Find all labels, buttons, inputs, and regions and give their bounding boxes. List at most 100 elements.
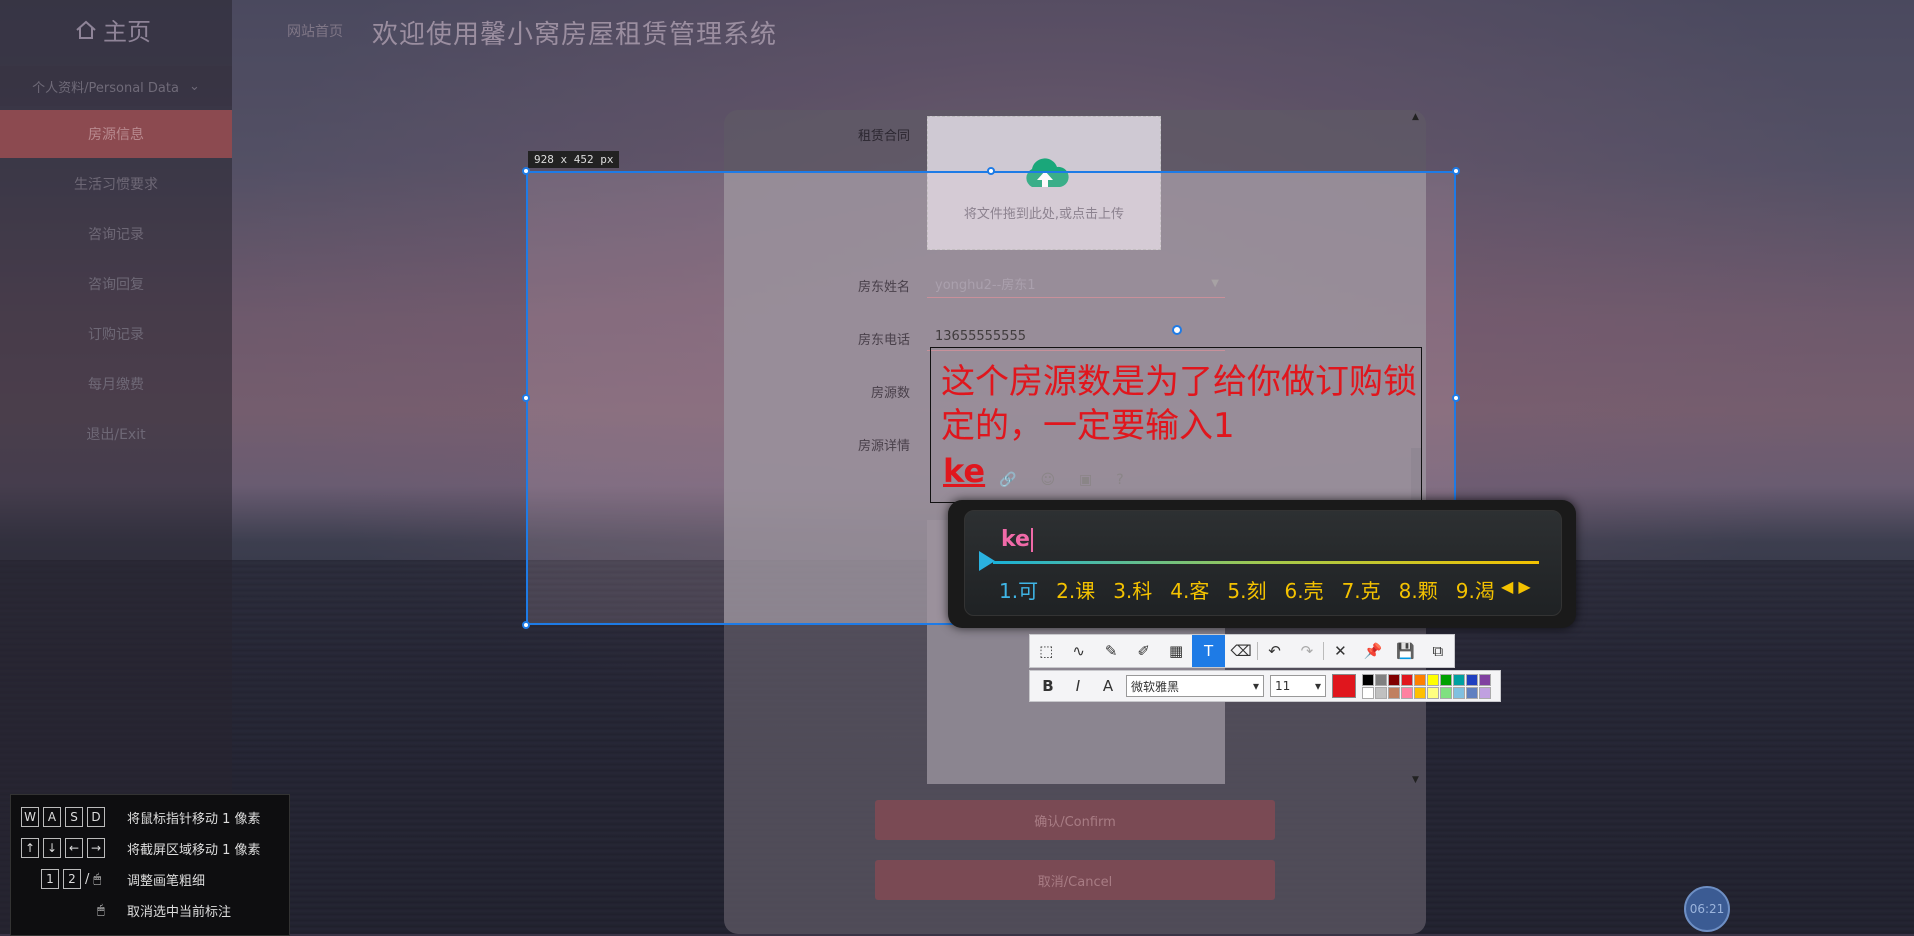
resize-handle-w[interactable] — [522, 394, 530, 402]
mouse-wheel-icon: 🖱 — [93, 871, 102, 887]
color-swatch[interactable] — [1440, 686, 1452, 699]
color-swatch[interactable] — [1453, 686, 1465, 699]
confirm-button[interactable]: 确认/Confirm — [875, 800, 1275, 840]
color-swatch[interactable] — [1362, 673, 1374, 686]
sidebar-item-exit[interactable]: 退出/Exit — [0, 410, 232, 458]
key-separator: / — [85, 871, 90, 887]
sidebar-item-house-info[interactable]: 房源信息 — [0, 110, 232, 158]
redo-icon[interactable]: ↷ — [1291, 635, 1323, 667]
resize-handle-n[interactable] — [987, 167, 995, 175]
ime-candidate[interactable]: 4.客 — [1170, 575, 1209, 604]
site-home-link[interactable]: 网站首页 — [287, 21, 343, 41]
color-swatch[interactable] — [1375, 673, 1387, 686]
save-icon[interactable]: 💾 — [1389, 635, 1421, 667]
sidebar-item-label: 房源信息 — [88, 127, 144, 143]
color-palette — [1362, 673, 1491, 699]
pen-icon[interactable]: ✎ — [1095, 635, 1127, 667]
font-family-select[interactable]: 微软雅黑 ▾ — [1126, 675, 1264, 697]
close-icon[interactable]: ✕ — [1324, 635, 1356, 667]
annotation-rotate-handle[interactable] — [1172, 325, 1182, 335]
color-swatch[interactable] — [1440, 673, 1452, 686]
hint-desc: 将鼠标指针移动 1 像素 — [127, 811, 261, 827]
resize-handle-sw[interactable] — [522, 621, 530, 629]
ime-page-arrows[interactable]: ◀ ▶ — [1501, 577, 1531, 596]
color-swatch[interactable] — [1479, 673, 1491, 686]
copy-icon[interactable]: ⧉ — [1422, 635, 1454, 667]
color-swatch[interactable] — [1414, 686, 1426, 699]
color-swatch[interactable] — [1414, 673, 1426, 686]
ime-candidate[interactable]: 8.颗 — [1399, 575, 1438, 604]
sidebar-item-order-records[interactable]: 订购记录 — [0, 310, 232, 358]
sidebar-item-label: 退出/Exit — [86, 427, 146, 443]
color-swatch[interactable] — [1362, 686, 1374, 699]
ime-candidate[interactable]: 3.科 — [1113, 575, 1152, 604]
cancel-button[interactable]: 取消/Cancel — [875, 860, 1275, 900]
sidebar-item-consult-replies[interactable]: 咨询回复 — [0, 260, 232, 308]
sidebar-item-living-habits[interactable]: 生活习惯要求 — [0, 160, 232, 208]
outline-text-icon[interactable]: A — [1096, 677, 1120, 695]
ime-candidate[interactable]: 5.刻 — [1227, 575, 1266, 604]
ime-candidate[interactable]: 1.可 — [999, 575, 1038, 604]
color-swatch[interactable] — [1427, 673, 1439, 686]
color-swatch[interactable] — [1401, 686, 1413, 699]
text-annotation-box[interactable]: 这个房源数是为了给你做订购锁定的，一定要输入1 ke — [930, 347, 1422, 503]
mosaic-icon[interactable]: ▦ — [1160, 635, 1192, 667]
eraser-icon[interactable]: ⌫ — [1225, 635, 1257, 667]
sidebar-item-label: 咨询记录 — [88, 227, 144, 243]
sidebar-item-monthly-payment[interactable]: 每月缴费 — [0, 360, 232, 408]
sidebar-item-label: 订购记录 — [88, 327, 144, 343]
shape-icon[interactable]: ⬚ — [1030, 635, 1062, 667]
annotation-text: 这个房源数是为了给你做订购锁定的，一定要输入1 — [941, 362, 1417, 446]
color-swatch[interactable] — [1453, 673, 1465, 686]
color-swatch[interactable] — [1388, 673, 1400, 686]
floating-clock[interactable]: 06:21 — [1684, 886, 1730, 932]
hint-row: 🖱 — [97, 898, 105, 922]
sidebar-item-label: 咨询回复 — [88, 277, 144, 293]
pin-icon[interactable]: 📌 — [1357, 635, 1389, 667]
color-swatch[interactable] — [1375, 686, 1387, 699]
key-cap: ← — [65, 838, 83, 858]
text-tool-icon[interactable]: T — [1192, 635, 1225, 667]
ime-candidate[interactable]: 9.渴 — [1456, 575, 1495, 604]
color-swatch[interactable] — [1479, 686, 1491, 699]
color-swatch[interactable] — [1466, 686, 1478, 699]
hint-row: 1 2 / 🖱 — [41, 867, 101, 891]
page-title: 欢迎使用馨小窝房屋租赁管理系统 — [372, 20, 778, 50]
line-icon[interactable]: ∿ — [1062, 635, 1094, 667]
sidebar-home-label: 主页 — [103, 18, 151, 46]
sidebar-item-label: 每月缴费 — [88, 377, 144, 393]
key-cap: W — [21, 807, 39, 827]
marker-icon[interactable]: ✐ — [1127, 635, 1159, 667]
scroll-down-icon[interactable]: ▼ — [1412, 775, 1419, 785]
resize-handle-nw[interactable] — [522, 167, 530, 175]
undo-icon[interactable]: ↶ — [1258, 635, 1290, 667]
key-cap: ↑ — [21, 838, 39, 858]
hint-desc: 调整画笔粗细 — [127, 873, 206, 889]
scroll-up-icon[interactable]: ▲ — [1412, 112, 1419, 122]
color-swatch[interactable] — [1388, 686, 1400, 699]
italic-icon[interactable]: I — [1066, 677, 1090, 695]
sidebar-personal-data[interactable]: 个人资料/Personal Data ⌄ — [0, 66, 232, 106]
sidebar-home[interactable]: 主页 — [75, 12, 151, 47]
resize-handle-e[interactable] — [1452, 394, 1460, 402]
color-swatch[interactable] — [1427, 686, 1439, 699]
hint-desc: 取消选中当前标注 — [127, 904, 232, 920]
hint-row: ↑ ↓ ← → — [21, 836, 109, 860]
color-swatch[interactable] — [1401, 673, 1413, 686]
current-color-swatch[interactable] — [1332, 674, 1356, 698]
key-cap: A — [43, 807, 61, 827]
chevron-down-icon: ▾ — [1314, 679, 1321, 693]
font-size-select[interactable]: 11 ▾ — [1270, 675, 1326, 697]
ime-candidate[interactable]: 6.壳 — [1284, 575, 1323, 604]
sidebar-item-consult-records[interactable]: 咨询记录 — [0, 210, 232, 258]
bold-icon[interactable]: B — [1036, 677, 1060, 695]
hint-desc: 将截屏区域移动 1 像素 — [127, 842, 261, 858]
ime-divider — [993, 561, 1539, 564]
ime-candidate[interactable]: 2.课 — [1056, 575, 1095, 604]
ime-candidates: 1.可 2.课 3.科 4.客 5.刻 6.壳 7.克 8.颗 9.渴 — [999, 575, 1495, 604]
ime-candidate[interactable]: 7.克 — [1342, 575, 1381, 604]
key-cap: S — [65, 807, 83, 827]
color-swatch[interactable] — [1466, 673, 1478, 686]
resize-handle-ne[interactable] — [1452, 167, 1460, 175]
sidebar-personal-label: 个人资料/Personal Data — [32, 80, 179, 96]
